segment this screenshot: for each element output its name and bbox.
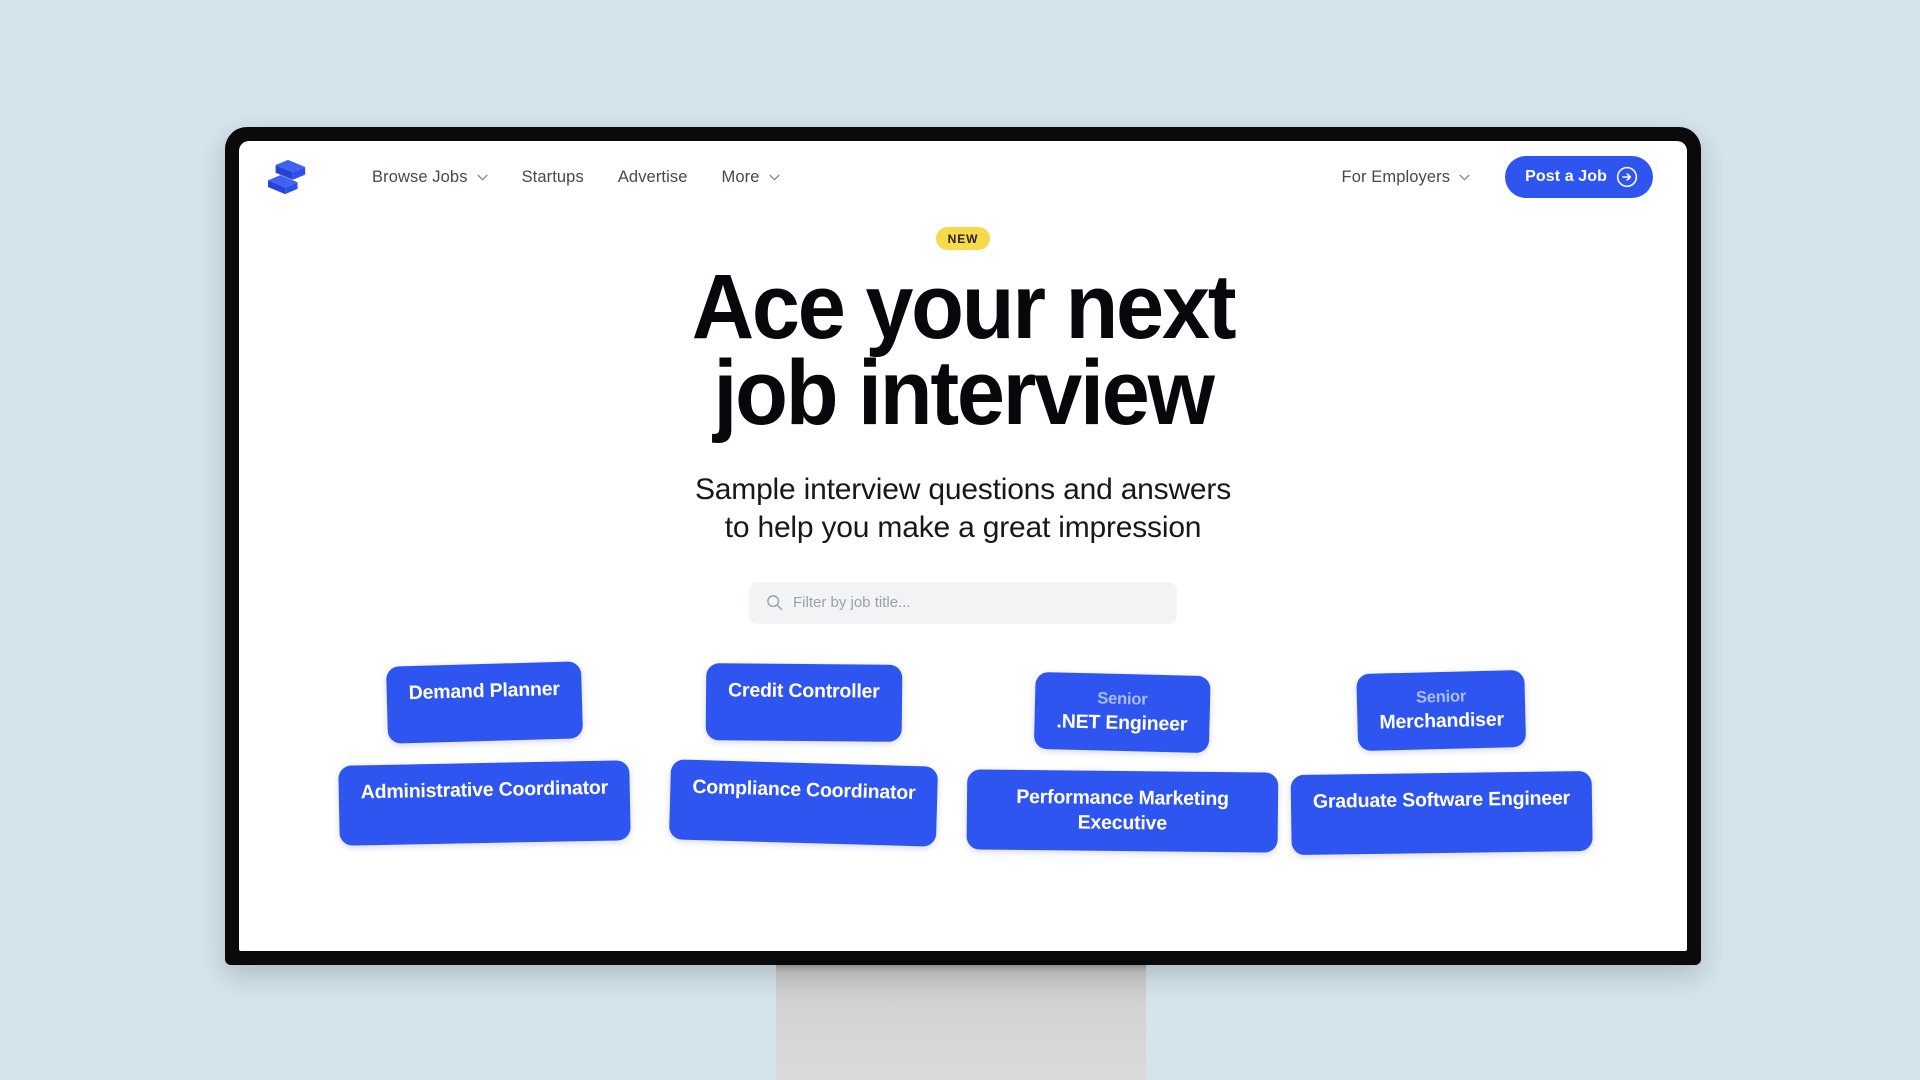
new-badge: NEW xyxy=(935,227,991,250)
chevron-down-icon xyxy=(477,174,488,181)
page-subtitle: Sample interview questions and answers t… xyxy=(239,471,1687,548)
job-title-tag-label: Performance Marketing Executive xyxy=(1016,785,1229,835)
job-title-tag-label: Demand Planner xyxy=(408,677,560,704)
post-a-job-label: Post a Job xyxy=(1525,168,1607,185)
post-a-job-button[interactable]: Post a Job xyxy=(1505,156,1653,198)
subtitle-line-2: to help you make a great impression xyxy=(724,511,1202,545)
job-title-tag-prefix: Senior xyxy=(1097,689,1148,709)
screen-viewport: Browse Jobs Startups Advertise More For … xyxy=(239,141,1687,951)
job-title-tag-label: Credit Controller xyxy=(727,679,880,703)
nav-item-label: For Employers xyxy=(1341,167,1451,186)
headline-line-2: job interview xyxy=(713,342,1215,445)
job-title-tag-label: Graduate Software Engineer xyxy=(1312,786,1571,813)
job-title-tag[interactable]: Demand Planner xyxy=(385,661,584,744)
job-title-tag[interactable]: Senior Merchandiser xyxy=(1356,669,1527,751)
job-title-tag-label: Compliance Coordinator xyxy=(692,775,916,804)
job-title-tag[interactable]: Credit Controller xyxy=(705,662,902,742)
monitor-scene: Browse Jobs Startups Advertise More For … xyxy=(0,0,1920,1080)
job-title-tag-grid: Demand Planner Credit Controller Senior .NE… xyxy=(239,661,1687,855)
headline-line-1: Ace your next xyxy=(691,256,1237,358)
arrow-right-circle-icon xyxy=(1616,166,1638,188)
nav-item-label: More xyxy=(721,167,760,186)
nav-left-links: Browse Jobs Startups Advertise More xyxy=(355,160,797,195)
nav-item-for-employers[interactable]: For Employers xyxy=(1325,160,1488,195)
job-title-tag-label: Administrative Coordinator xyxy=(360,776,609,804)
nav-item-more[interactable]: More xyxy=(705,160,797,195)
page-title: Ace your next job interview xyxy=(282,256,1643,445)
monitor-stand xyxy=(776,962,1146,1080)
stacked-blocks-logo[interactable] xyxy=(267,156,309,198)
hero-section: NEW Ace your next job interview Sample i… xyxy=(239,227,1687,624)
webpage: Browse Jobs Startups Advertise More For … xyxy=(239,141,1687,951)
nav-item-advertise[interactable]: Advertise xyxy=(601,160,705,195)
job-title-tag[interactable]: Performance Marketing Executive xyxy=(966,769,1279,853)
nav-right-area: For Employers Post a Job xyxy=(1325,156,1653,198)
job-title-tag-prefix: Senior xyxy=(1416,687,1467,707)
subtitle-line-1: Sample interview questions and answers xyxy=(694,472,1232,506)
job-title-tag[interactable]: Compliance Coordinator xyxy=(668,759,939,847)
search-area xyxy=(239,581,1687,624)
chevron-down-icon xyxy=(769,174,779,181)
job-title-tag-label: .NET Engineer xyxy=(1056,710,1188,736)
search-box[interactable] xyxy=(749,581,1177,624)
nav-item-label: Advertise xyxy=(617,167,688,186)
search-input[interactable] xyxy=(793,581,1177,624)
search-icon xyxy=(767,594,783,610)
top-navigation-bar: Browse Jobs Startups Advertise More For … xyxy=(239,141,1687,213)
nav-item-label: Startups xyxy=(521,167,584,186)
monitor-bezel: Browse Jobs Startups Advertise More For … xyxy=(225,127,1701,965)
nav-item-startups[interactable]: Startups xyxy=(505,160,601,195)
job-title-tag[interactable]: Senior .NET Engineer xyxy=(1033,671,1211,753)
job-title-tag[interactable]: Graduate Software Engineer xyxy=(1290,770,1593,855)
nav-item-browse-jobs[interactable]: Browse Jobs xyxy=(355,160,505,195)
nav-item-label: Browse Jobs xyxy=(372,167,468,186)
chevron-down-icon xyxy=(1459,174,1470,181)
job-title-tag[interactable]: Administrative Coordinator xyxy=(338,759,631,846)
job-title-tag-label: Merchandiser xyxy=(1379,708,1505,734)
